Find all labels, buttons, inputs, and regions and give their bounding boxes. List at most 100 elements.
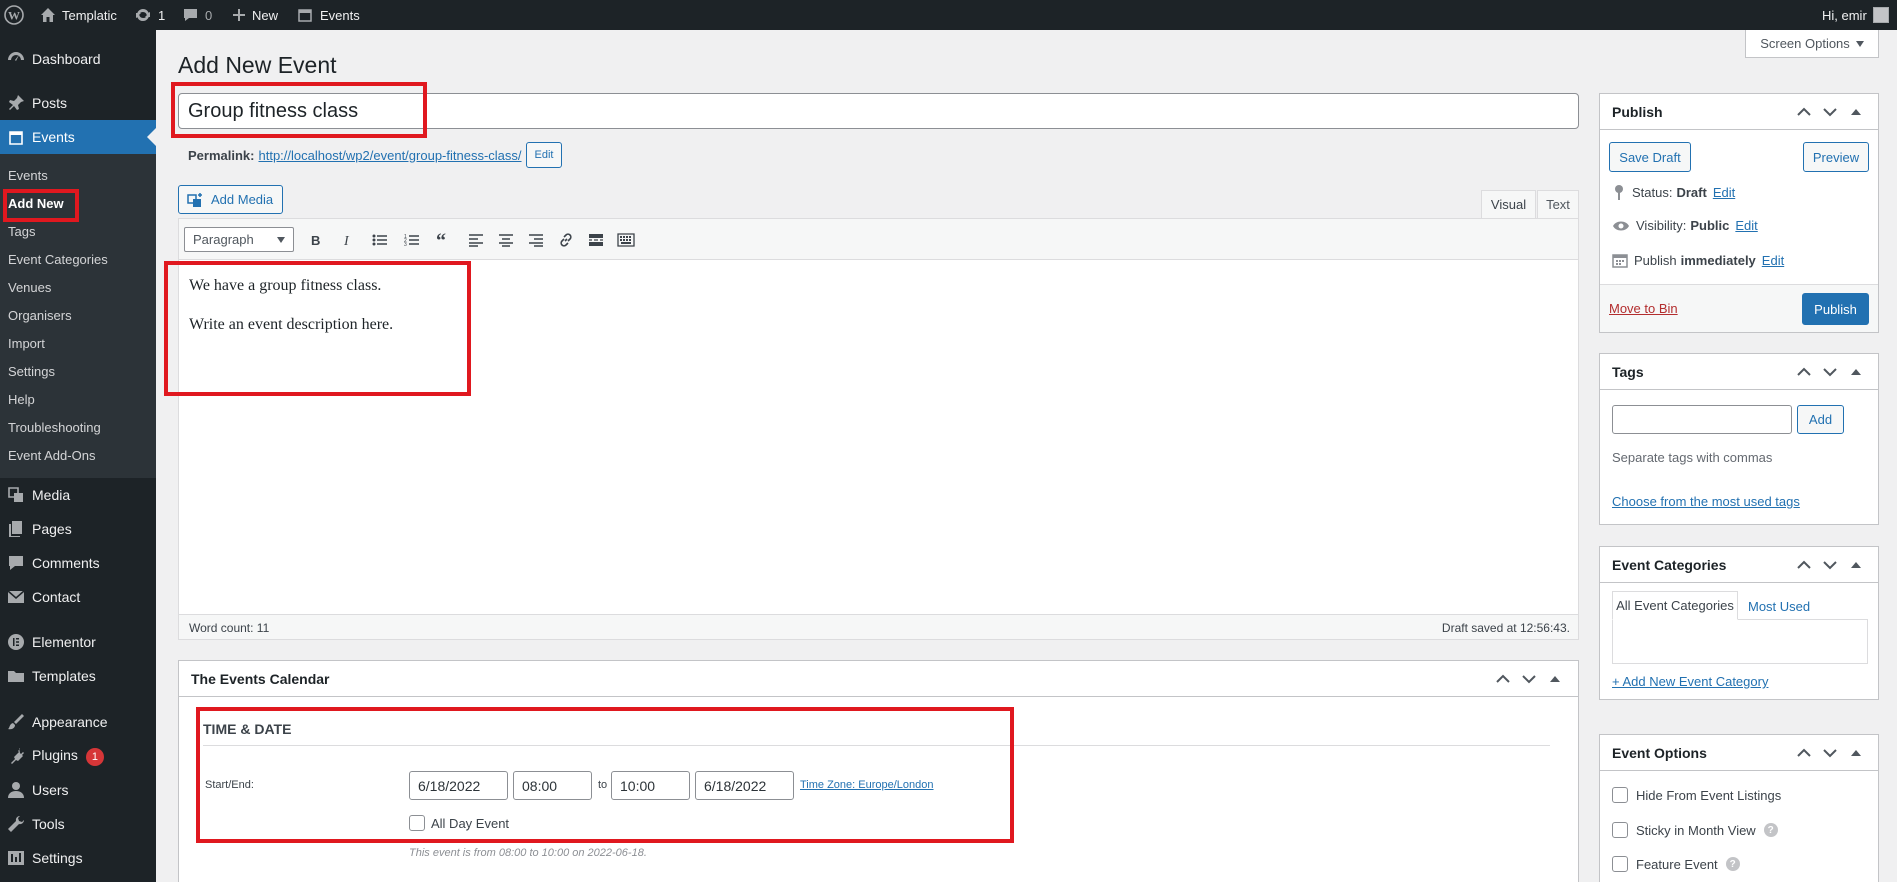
updates-count: 1 [158, 7, 166, 23]
bold-icon[interactable]: B [303, 227, 329, 253]
sticky-month-checkbox[interactable] [1612, 822, 1628, 838]
submenu-venues[interactable]: Venues [8, 280, 51, 295]
help-icon[interactable]: ? [1763, 823, 1778, 837]
submenu-help[interactable]: Help [8, 392, 35, 407]
feature-event-checkbox[interactable] [1612, 856, 1628, 872]
status-edit-link[interactable]: Edit [1713, 185, 1735, 200]
align-center-icon[interactable] [493, 227, 519, 253]
toggle-panel-icon[interactable] [1847, 363, 1865, 381]
screen-options-button[interactable]: Screen Options [1745, 30, 1879, 58]
chevron-down-icon[interactable] [1821, 744, 1839, 762]
tab-visual[interactable]: Visual [1481, 190, 1536, 219]
media-icon [187, 192, 205, 208]
menu-label: Tools [32, 816, 65, 832]
submenu-events[interactable]: Events [8, 168, 48, 183]
toggle-panel-icon[interactable] [1546, 670, 1564, 688]
editor-content[interactable]: We have a group fitness class. Write an … [189, 277, 393, 355]
menu-events[interactable]: Events [0, 120, 156, 154]
menu-comments[interactable]: Comments [0, 546, 156, 580]
submenu-tags[interactable]: Tags [8, 224, 35, 239]
end-time-input[interactable]: 10:00 [611, 771, 690, 800]
add-tag-button[interactable]: Add [1797, 405, 1844, 434]
add-new-category-link[interactable]: + Add New Event Category [1612, 674, 1768, 689]
permalink-row: Permalink: http://localhost/wp2/event/gr… [188, 142, 563, 168]
menu-appearance[interactable]: Appearance [0, 705, 156, 739]
add-media-button[interactable]: Add Media [178, 185, 283, 214]
to-label: to [598, 779, 608, 791]
menu-dashboard[interactable]: Dashboard [0, 42, 156, 76]
submenu-troubleshooting[interactable]: Troubleshooting [8, 420, 101, 435]
updates-link[interactable]: 1 [134, 0, 165, 30]
end-date-input[interactable]: 6/18/2022 [695, 771, 794, 800]
plus-icon [232, 8, 246, 22]
start-time-input[interactable]: 08:00 [513, 771, 592, 800]
bulleted-list-icon[interactable] [367, 227, 393, 253]
preview-button[interactable]: Preview [1803, 142, 1869, 172]
italic-icon[interactable]: I [335, 227, 361, 253]
chevron-up-icon[interactable] [1795, 556, 1813, 574]
menu-posts[interactable]: Posts [0, 86, 156, 120]
tab-all-categories[interactable]: All Event Categories [1612, 591, 1738, 620]
site-name-link[interactable]: Templatic [40, 0, 117, 30]
permalink-edit-button[interactable]: Edit [525, 142, 563, 168]
save-draft-button[interactable]: Save Draft [1609, 142, 1691, 172]
menu-tools[interactable]: Tools [0, 807, 156, 841]
menu-templates[interactable]: Templates [0, 659, 156, 693]
post-title-input[interactable]: Group fitness class [178, 93, 1579, 129]
chevron-down-icon[interactable] [1821, 103, 1839, 121]
chevron-down-icon[interactable] [1821, 363, 1839, 381]
chevron-down-icon[interactable] [1520, 670, 1538, 688]
blockquote-icon[interactable]: “ [431, 227, 457, 253]
toolbar-toggle-icon[interactable] [613, 227, 639, 253]
menu-users[interactable]: Users [0, 773, 156, 807]
publish-date-edit-link[interactable]: Edit [1762, 253, 1784, 268]
content-paragraph: We have a group fitness class. [189, 277, 382, 294]
events-link[interactable]: Events [296, 0, 360, 30]
start-date-input[interactable]: 6/18/2022 [409, 771, 508, 800]
menu-media[interactable]: Media [0, 478, 156, 512]
menu-pages[interactable]: Pages [0, 512, 156, 546]
submenu-settings[interactable]: Settings [8, 364, 55, 379]
submenu-import[interactable]: Import [8, 336, 45, 351]
timezone-link[interactable]: Time Zone: Europe/London [800, 779, 934, 791]
new-content-link[interactable]: New [232, 0, 278, 30]
toggle-panel-icon[interactable] [1847, 744, 1865, 762]
wordpress-logo-icon[interactable]: W [4, 0, 24, 30]
menu-plugins[interactable]: Plugins 1 [0, 739, 156, 773]
hide-from-listings-checkbox[interactable] [1612, 787, 1628, 803]
tab-most-used[interactable]: Most Used [1748, 599, 1810, 614]
menu-contact[interactable]: Contact [0, 580, 156, 614]
help-icon[interactable]: ? [1725, 857, 1740, 871]
menu-settings[interactable]: Settings [0, 841, 156, 875]
all-day-checkbox[interactable] [409, 815, 425, 831]
align-right-icon[interactable] [523, 227, 549, 253]
chevron-up-icon[interactable] [1795, 103, 1813, 121]
toggle-panel-icon[interactable] [1847, 103, 1865, 121]
comments-link[interactable]: 0 [182, 0, 212, 30]
read-more-icon[interactable] [583, 227, 609, 253]
format-select[interactable]: Paragraph [184, 227, 294, 252]
choose-tags-link[interactable]: Choose from the most used tags [1612, 494, 1800, 509]
submenu-event-add-ons[interactable]: Event Add-Ons [8, 448, 95, 463]
eye-icon [1612, 220, 1630, 232]
chevron-up-icon[interactable] [1494, 670, 1512, 688]
chevron-up-icon[interactable] [1795, 744, 1813, 762]
chevron-down-icon[interactable] [1821, 556, 1839, 574]
menu-elementor[interactable]: Elementor [0, 625, 156, 659]
submenu-add-new[interactable]: Add New [8, 196, 64, 211]
permalink-link[interactable]: http://localhost/wp2/event/group-fitness… [258, 148, 521, 163]
move-to-bin-link[interactable]: Move to Bin [1609, 301, 1678, 316]
publish-button[interactable]: Publish [1802, 293, 1869, 325]
account-menu[interactable]: Hi, emir [1822, 0, 1889, 30]
numbered-list-icon[interactable]: 123 [399, 227, 425, 253]
submenu-organisers[interactable]: Organisers [8, 308, 72, 323]
visibility-edit-link[interactable]: Edit [1735, 218, 1757, 233]
tab-text[interactable]: Text [1537, 190, 1579, 219]
svg-text:B: B [311, 233, 320, 247]
submenu-event-categories[interactable]: Event Categories [8, 252, 108, 267]
align-left-icon[interactable] [463, 227, 489, 253]
link-icon[interactable] [553, 227, 579, 253]
toggle-panel-icon[interactable] [1847, 556, 1865, 574]
tag-input[interactable] [1612, 405, 1792, 434]
chevron-up-icon[interactable] [1795, 363, 1813, 381]
